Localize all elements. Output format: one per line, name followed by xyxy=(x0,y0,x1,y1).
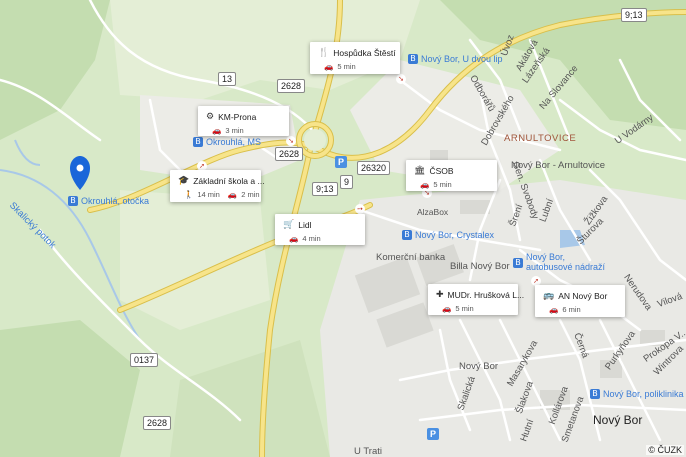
poi-title: KM-Prona xyxy=(218,112,257,122)
bus-stop-icon[interactable]: B xyxy=(590,389,600,399)
poi-title: ČSOB xyxy=(429,166,454,176)
direction-arrow-icon: ➘ xyxy=(396,74,406,84)
poi-title: MUDr. Hrušková L... xyxy=(447,290,525,300)
poi-travel-time: 5 min xyxy=(337,62,356,71)
bus-stop-label[interactable]: Nový Bor, poliklinika xyxy=(603,389,684,399)
bus-stop-label[interactable]: Okrouhlá, MS xyxy=(206,137,261,147)
poi-travel-time: 4 min xyxy=(302,234,321,243)
poi-title: Hospůdka Štěstí xyxy=(333,48,396,58)
road-number-913-top: 9;13 xyxy=(621,8,647,22)
poi-title: AN Nový Bor xyxy=(558,291,608,301)
street-label: Nový Bor - Arnultovice xyxy=(511,160,605,171)
poi-travel-time: 14 min xyxy=(197,190,220,199)
poi-card-lidl[interactable]: 🛒 Lidl 🚗 4 min xyxy=(275,214,365,245)
poi-card-zakladni-skola[interactable]: 🎓 Základní škola a ... 🚶 14 min 🚗 2 min xyxy=(170,170,265,202)
poi-card-mudr[interactable]: ✚ MUDr. Hrušková L... 🚗 5 min xyxy=(428,284,524,315)
walk-icon: 🚶 xyxy=(184,190,194,199)
road-number-0137: 0137 xyxy=(130,353,159,367)
bus-stop-label[interactable]: Nový Bor, Crystalex xyxy=(415,230,494,240)
bus-stop-icon[interactable]: B xyxy=(402,230,412,240)
bus-stop-icon[interactable]: B xyxy=(513,258,523,268)
bus-stop-icon[interactable]: B xyxy=(193,137,203,147)
parking-icon[interactable]: P xyxy=(335,156,347,168)
street-label: Nový Bor xyxy=(459,361,499,372)
car-icon: 🚗 xyxy=(324,62,334,71)
road-number-2628-a: 2628 xyxy=(277,79,306,93)
poi-travel-time: 6 min xyxy=(562,305,581,314)
restaurant-icon: 🍴 xyxy=(318,48,330,58)
bus-stop-label[interactable]: Nový Bor, autobusové nádraží xyxy=(526,252,606,272)
car-icon: 🚗 xyxy=(227,190,238,199)
road-number-13: 13 xyxy=(218,72,237,86)
street-label: U Trati xyxy=(354,446,382,457)
road-number-26320: 26320 xyxy=(357,161,391,175)
direction-arrow-icon: ➙ xyxy=(355,204,365,214)
company-icon: ⚙ xyxy=(206,112,215,122)
car-icon: 🚗 xyxy=(442,304,452,313)
car-icon: 🚗 xyxy=(212,126,222,135)
poi-card-an-novy-bor[interactable]: 🚌 AN Nový Bor 🚗 6 min xyxy=(535,285,625,317)
poi-card-csob[interactable]: 🏛 ČSOB 🚗 5 min xyxy=(406,160,497,191)
medical-icon: ✚ xyxy=(436,290,444,300)
bus-stop-label[interactable]: Nový Bor, U dvou lip xyxy=(421,54,503,64)
street-label: Komerční banka xyxy=(376,252,446,263)
car-icon: 🚗 xyxy=(549,305,559,314)
car-icon: 🚗 xyxy=(289,234,299,243)
street-label: Billa Nový Bor xyxy=(450,261,510,272)
poi-travel-time: 2 min xyxy=(241,190,260,199)
car-icon: 🚗 xyxy=(420,180,430,189)
poi-travel-time: 3 min xyxy=(225,126,244,135)
street-label: AlzaBox xyxy=(417,207,449,217)
bank-icon: 🏛 xyxy=(414,166,426,176)
road-number-2628-c: 2628 xyxy=(143,416,172,430)
shop-icon: 🛒 xyxy=(283,220,295,230)
road-number-9: 9 xyxy=(340,175,354,189)
poi-card-kmprona[interactable]: ⚙ KM-Prona 🚗 3 min xyxy=(198,106,289,136)
poi-title: Lidl xyxy=(298,220,312,230)
direction-arrow-icon: ➘ xyxy=(286,136,296,146)
road-number-2628-b: 2628 xyxy=(275,147,304,161)
map-copyright[interactable]: © ČUZK xyxy=(646,445,684,455)
poi-travel-time: 5 min xyxy=(433,180,452,189)
parking-icon[interactable]: P xyxy=(427,428,439,440)
bus-stop-icon[interactable]: B xyxy=(408,54,418,64)
poi-card-hospudka[interactable]: 🍴 Hospůdka Štěstí 🚗 5 min xyxy=(310,42,400,74)
road-number-913-mid: 9;13 xyxy=(312,182,338,196)
bus-station-icon: 🚌 xyxy=(543,291,555,301)
school-icon: 🎓 xyxy=(178,176,190,186)
bus-stop-icon[interactable]: B xyxy=(68,196,78,206)
poi-title: Základní škola a ... xyxy=(193,176,265,186)
poi-travel-time: 5 min xyxy=(455,304,474,313)
bus-stop-label[interactable]: Okrouhlá, otočka xyxy=(81,196,149,206)
